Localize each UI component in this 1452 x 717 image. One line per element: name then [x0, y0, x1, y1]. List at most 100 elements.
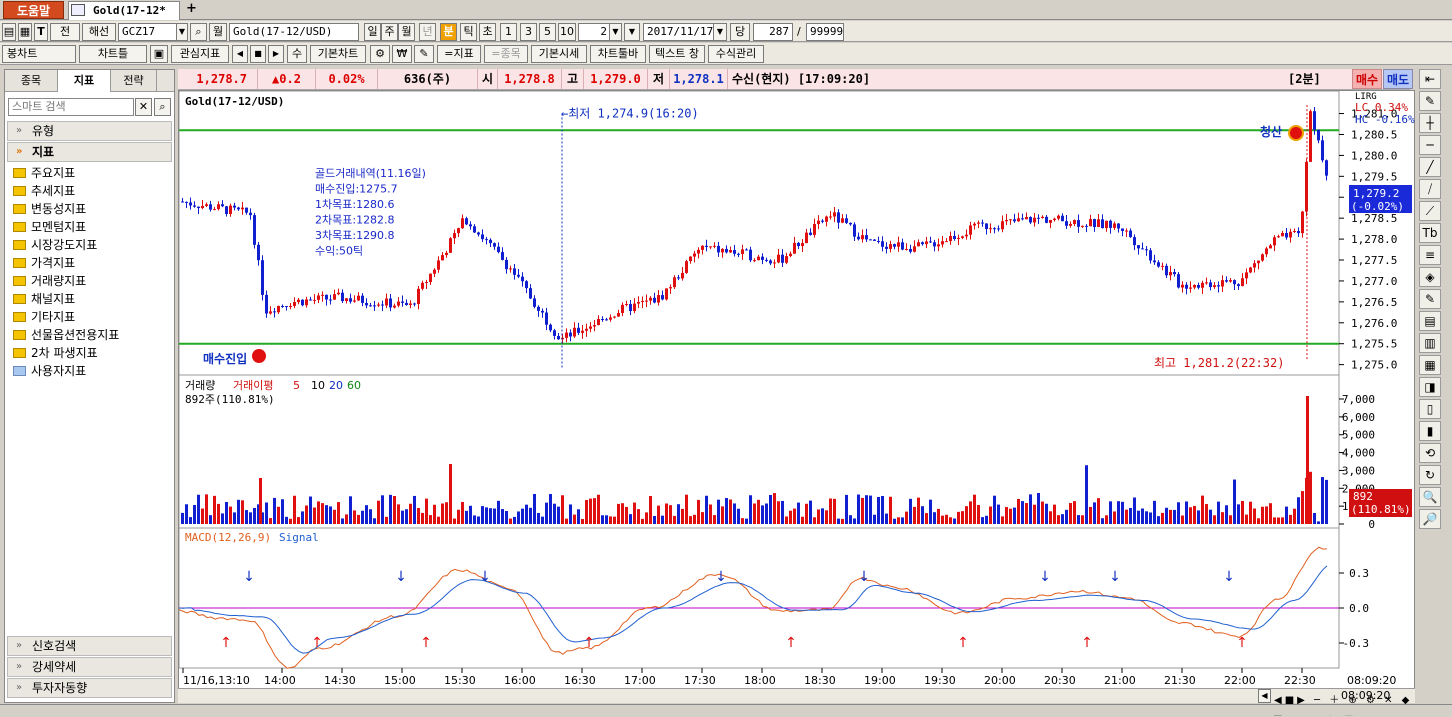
dang-button[interactable]: 당	[730, 23, 750, 41]
section-investor[interactable]: » 투자자동향	[7, 678, 172, 698]
crosshair-icon[interactable]: ┼	[1419, 113, 1441, 133]
layout-icon[interactable]: ▤	[2, 23, 16, 41]
buy-button[interactable]: 매수	[1352, 69, 1382, 89]
folder-item[interactable]: 시장강도지표	[11, 236, 97, 254]
tab-jeonryak[interactable]: 전략	[111, 70, 157, 92]
section-strength[interactable]: » 강세약세	[7, 657, 172, 677]
folder-item[interactable]: 2차 파생지표	[11, 344, 98, 362]
prev-icon[interactable]: ◀	[232, 45, 248, 63]
won-button[interactable]: ₩	[392, 45, 412, 63]
section-indicator[interactable]: » 지표	[7, 142, 172, 162]
candle-body	[901, 242, 904, 250]
date-dropdown-icon[interactable]: ▼	[713, 23, 727, 41]
channel-icon[interactable]: ⟋	[1419, 201, 1441, 221]
tab-jipyo[interactable]: 지표	[58, 70, 111, 92]
text-icon[interactable]: T	[34, 23, 48, 41]
folder-item[interactable]: 기타지표	[11, 308, 75, 326]
tab-jongmok[interactable]: 종목	[5, 70, 58, 92]
text-tool-icon[interactable]: Tb	[1419, 223, 1441, 243]
interval-dropdown-icon[interactable]: ▼	[609, 23, 622, 41]
chevron-down-icon[interactable]: ▼	[176, 23, 188, 41]
sell-button[interactable]: 매도	[1383, 69, 1413, 89]
period-1-button[interactable]: 주	[381, 23, 398, 41]
minute-10-button[interactable]: 10	[558, 23, 576, 41]
period-2-button[interactable]: 월	[398, 23, 415, 41]
chart-canvas[interactable]: 1,281.01,280.51,280.01,279.51,279.01,278…	[179, 91, 1416, 704]
period-0-button[interactable]: 일	[364, 23, 381, 41]
count-button[interactable]: 수	[287, 45, 307, 63]
folder-item[interactable]: 거래량지표	[11, 272, 86, 290]
search-icon[interactable]: ⌕	[154, 98, 171, 116]
chart-type-button[interactable]: 차트틀	[79, 45, 147, 63]
jeon-button[interactable]: 전	[50, 23, 80, 41]
save-icon[interactable]: ▣	[150, 45, 168, 63]
minute-3-button[interactable]: 3	[520, 23, 537, 41]
count-field[interactable]: 287	[753, 23, 793, 41]
search-icon[interactable]: ⌕	[190, 23, 207, 41]
haeseon-button[interactable]: 해선	[82, 23, 116, 41]
section-signal[interactable]: » 신호검색	[7, 636, 172, 656]
folder-item[interactable]: 선물옵션전용지표	[11, 326, 119, 344]
volume-bar	[197, 494, 200, 524]
zoom-in-icon[interactable]: 🔍	[1419, 487, 1441, 507]
period-6-button[interactable]: 초	[479, 23, 496, 41]
bar2-icon[interactable]: ▮	[1419, 421, 1441, 441]
fib-icon[interactable]: ≡	[1419, 245, 1441, 265]
period-4-button[interactable]: 분	[440, 23, 457, 41]
smart-search-input[interactable]	[8, 98, 134, 116]
scroll-left-icon[interactable]: ◀	[1258, 689, 1271, 703]
add-tab-button[interactable]: +	[186, 1, 197, 16]
period-3-button[interactable]: 년	[419, 23, 436, 41]
grid1-icon[interactable]: ▤	[1419, 311, 1441, 331]
indicator-button[interactable]: =지표	[437, 45, 481, 63]
bong-chart-button[interactable]: 봉차트	[2, 45, 76, 63]
trendline-icon[interactable]: ╱	[1419, 157, 1441, 177]
tool-icon[interactable]: ✎	[414, 45, 434, 63]
hline-icon[interactable]: ─	[1419, 135, 1441, 155]
minute-1-button[interactable]: 1	[500, 23, 517, 41]
window-tab-bar	[0, 0, 1452, 20]
volume-bar	[1293, 508, 1296, 524]
bar1-icon[interactable]: ▯	[1419, 399, 1441, 419]
stop-icon[interactable]: ■	[250, 45, 266, 63]
edit-icon[interactable]: ✎	[1419, 289, 1441, 309]
cursor-icon[interactable]: ⇤	[1419, 69, 1441, 89]
basic-chart-button[interactable]: 기본차트	[310, 45, 366, 63]
chart-scrollbar[interactable]: ◀ ◀■▶ ─ ＋ ⊕ ⚙ ✕ ◆ ▲ ⊿ ✎ ◔ ▣ 08:09:20	[178, 688, 1415, 717]
chevron-down-icon[interactable]: ▼	[624, 23, 640, 41]
candle-body	[993, 228, 996, 230]
redo-icon[interactable]: ↻	[1419, 465, 1441, 485]
settings-icon[interactable]: ⚙	[370, 45, 390, 63]
gwansim-button[interactable]: 관심지표	[171, 45, 229, 63]
ray-icon[interactable]: ⧸	[1419, 179, 1441, 199]
section-type[interactable]: » 유형	[7, 121, 172, 141]
text-window-button[interactable]: 텍스트 창	[649, 45, 705, 63]
grid3-icon[interactable]: ▦	[1419, 355, 1441, 375]
folder-item[interactable]: 모멘텀지표	[11, 218, 86, 236]
shape-icon[interactable]: ◈	[1419, 267, 1441, 287]
clear-icon[interactable]: ✕	[135, 98, 152, 116]
volume-spike	[259, 478, 262, 524]
candle-body	[313, 299, 316, 301]
chart-area[interactable]: 1,281.01,280.51,280.01,279.51,279.01,278…	[178, 90, 1415, 703]
folder-item[interactable]: 추세지표	[11, 182, 75, 200]
folder-item[interactable]: 사용자지표	[11, 362, 86, 380]
period-5-button[interactable]: 틱	[460, 23, 477, 41]
folder-item[interactable]: 변동성지표	[11, 200, 86, 218]
help-button[interactable]: 도움말	[3, 1, 64, 19]
next-icon[interactable]: ▶	[268, 45, 284, 63]
folder-item[interactable]: 가격지표	[11, 254, 75, 272]
formula-button[interactable]: 수식관리	[708, 45, 764, 63]
panel-icon[interactable]: ◨	[1419, 377, 1441, 397]
grid-icon[interactable]: ▦	[18, 23, 32, 41]
folder-item[interactable]: 채널지표	[11, 290, 75, 308]
wol-button[interactable]: 월	[209, 23, 227, 41]
zoom-out-icon[interactable]: 🔎	[1419, 509, 1441, 529]
folder-item[interactable]: 주요지표	[11, 164, 75, 182]
undo-icon[interactable]: ⟲	[1419, 443, 1441, 463]
grid2-icon[interactable]: ▥	[1419, 333, 1441, 353]
pen-icon[interactable]: ✎	[1419, 91, 1441, 111]
chart-toolbar-button[interactable]: 차트툴바	[590, 45, 646, 63]
basic-price-button[interactable]: 기본시세	[531, 45, 587, 63]
minute-5-button[interactable]: 5	[539, 23, 556, 41]
